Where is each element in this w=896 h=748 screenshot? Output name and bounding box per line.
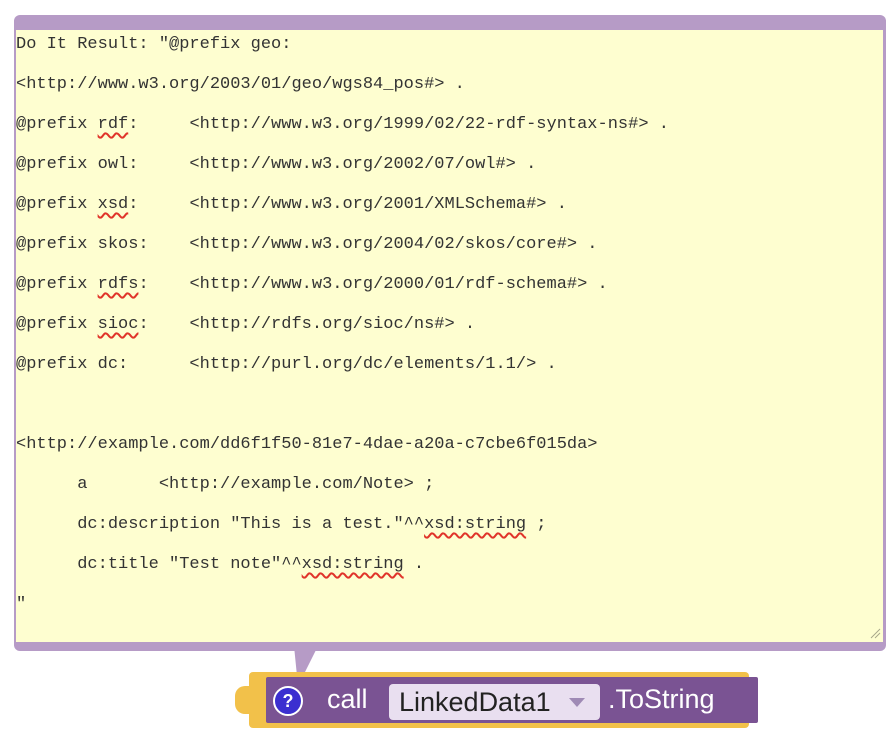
result-line-1: <http://www.w3.org/2003/01/geo/wgs84_pos… — [16, 75, 465, 94]
result-line-2: @prefix rdf: <http://www.w3.org/1999/02/… — [16, 115, 669, 134]
result-line-8: @prefix dc: <http://purl.org/dc/elements… — [16, 355, 557, 374]
component-dropdown[interactable]: LinkedData1 — [389, 684, 600, 720]
result-line-7: @prefix sioc: <http://rdfs.org/sioc/ns#>… — [16, 315, 476, 334]
component-dropdown-value: LinkedData1 — [399, 687, 551, 717]
help-question-icon[interactable]: ? — [273, 686, 303, 716]
help-icon-glyph: ? — [282, 690, 294, 711]
call-label: call — [327, 684, 368, 714]
result-line-5: @prefix skos: <http://www.w3.org/2004/02… — [16, 235, 598, 254]
method-name: .ToString — [608, 684, 715, 714]
result-line-14: " — [16, 595, 27, 614]
result-line-3: @prefix owl: <http://www.w3.org/2002/07/… — [16, 155, 537, 174]
result-line-4: @prefix xsd: <http://www.w3.org/2001/XML… — [16, 195, 567, 214]
result-line-0: Do It Result: "@prefix geo: — [16, 35, 292, 54]
resize-handle-icon[interactable] — [869, 626, 881, 639]
result-line-13: dc:title "Test note"^^xsd:string . — [16, 555, 425, 574]
dropdown-arrow-icon[interactable] — [569, 698, 585, 707]
result-line-6: @prefix rdfs: <http://www.w3.org/2000/01… — [16, 275, 608, 294]
result-line-9 — [16, 385, 669, 425]
result-line-11: a <http://example.com/Note> ; — [16, 475, 435, 494]
result-line-10: <http://example.com/dd6f1f50-81e7-4dae-a… — [16, 435, 598, 454]
result-text: Do It Result: "@prefix geo: <http://www.w… — [16, 25, 669, 625]
result-line-12: dc:description "This is a test."^^xsd:st… — [16, 515, 547, 534]
